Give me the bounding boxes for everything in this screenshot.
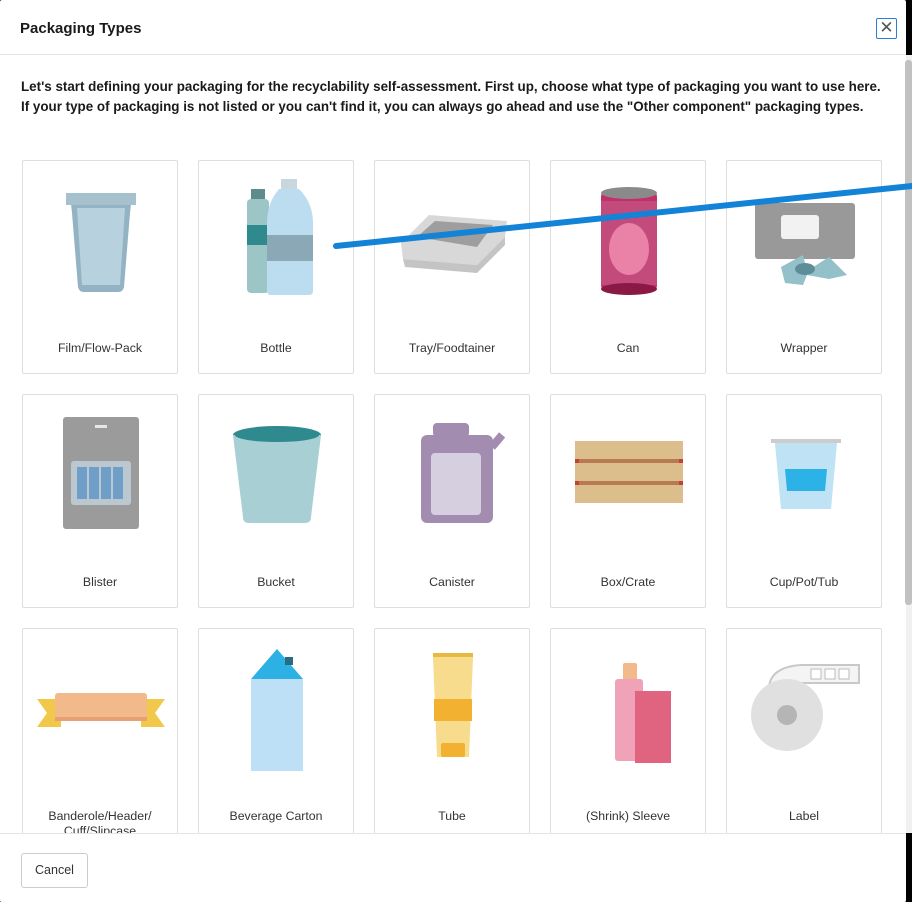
bottle-icon: [247, 179, 313, 295]
dialog-footer: Cancel: [0, 833, 906, 902]
packaging-card-label: Tube: [438, 809, 466, 823]
packaging-card-label: Canister: [429, 575, 475, 589]
dialog-title: Packaging Types: [20, 20, 142, 37]
packaging-card-bucket[interactable]: Bucket: [198, 394, 354, 608]
blister-icon: [63, 417, 139, 529]
packaging-card-beverage-carton[interactable]: Beverage Carton: [198, 628, 354, 833]
intro-text: Let's start defining your packaging for …: [21, 79, 881, 114]
box-crate-icon: [575, 441, 683, 503]
close-icon: ✕: [879, 18, 894, 37]
packaging-card-cup-pot-tub[interactable]: Cup/Pot/Tub: [726, 394, 882, 608]
packaging-card-tube[interactable]: Tube: [374, 628, 530, 833]
packaging-card-label: Tray/Foodtainer: [408, 341, 496, 355]
packaging-card-label: (Shrink) Sleeve: [585, 809, 671, 823]
scrollbar-thumb[interactable]: [905, 60, 912, 605]
packaging-card-bottle[interactable]: Bottle: [198, 160, 354, 374]
wrapper-icon: [755, 203, 855, 285]
cup-pot-tub-icon: [771, 439, 841, 509]
banderole-icon: [37, 693, 165, 727]
tray-icon: [401, 215, 507, 273]
packaging-card-label: Label: [788, 809, 820, 823]
packaging-card-label-type[interactable]: Label: [726, 628, 882, 833]
packaging-card-can[interactable]: Can: [550, 160, 706, 374]
can-icon: [601, 187, 657, 295]
sleeve-icon: [615, 663, 671, 763]
packaging-card-canister[interactable]: Canister: [374, 394, 530, 608]
cancel-button[interactable]: Cancel: [21, 853, 88, 888]
dialog-header: Packaging Types ✕: [0, 0, 906, 55]
packaging-card-label: Box/Crate: [600, 575, 656, 589]
packaging-card-label: Bucket: [257, 575, 295, 589]
packaging-card-label: Cup/Pot/Tub: [769, 575, 839, 589]
packaging-card-label: Beverage Carton: [229, 809, 323, 823]
packaging-card-label: Blister: [82, 575, 118, 589]
bucket-icon: [233, 426, 321, 523]
packaging-card-label: Film/Flow-Pack: [57, 341, 143, 355]
tube-icon: [433, 653, 473, 757]
packaging-card-shrink-sleeve[interactable]: (Shrink) Sleeve: [550, 628, 706, 833]
packaging-card-label: Banderole/Header/ Cuff/Slipcase: [48, 809, 152, 833]
packaging-types-dialog: Packaging Types ✕ Let's start defining y…: [0, 0, 906, 902]
label-icon: [751, 664, 860, 751]
packaging-card-wrapper[interactable]: Wrapper: [726, 160, 882, 374]
close-button[interactable]: ✕: [876, 18, 897, 39]
beverage-carton-icon: [251, 649, 303, 771]
packaging-card-tray[interactable]: Tray/Foodtainer: [374, 160, 530, 374]
packaging-card-banderole[interactable]: Banderole/Header/ Cuff/Slipcase: [22, 628, 178, 833]
packaging-card-label: Wrapper: [780, 341, 828, 355]
packaging-card-film-flow-pack[interactable]: Film/Flow-Pack: [22, 160, 178, 374]
packaging-card-label: Can: [616, 341, 640, 355]
packaging-card-blister[interactable]: Blister: [22, 394, 178, 608]
canister-icon: [421, 423, 506, 523]
packaging-card-box-crate[interactable]: Box/Crate: [550, 394, 706, 608]
dialog-body[interactable]: Let's start defining your packaging for …: [0, 55, 906, 833]
film-flow-pack-icon: [66, 193, 136, 292]
packaging-card-label: Bottle: [260, 341, 292, 355]
